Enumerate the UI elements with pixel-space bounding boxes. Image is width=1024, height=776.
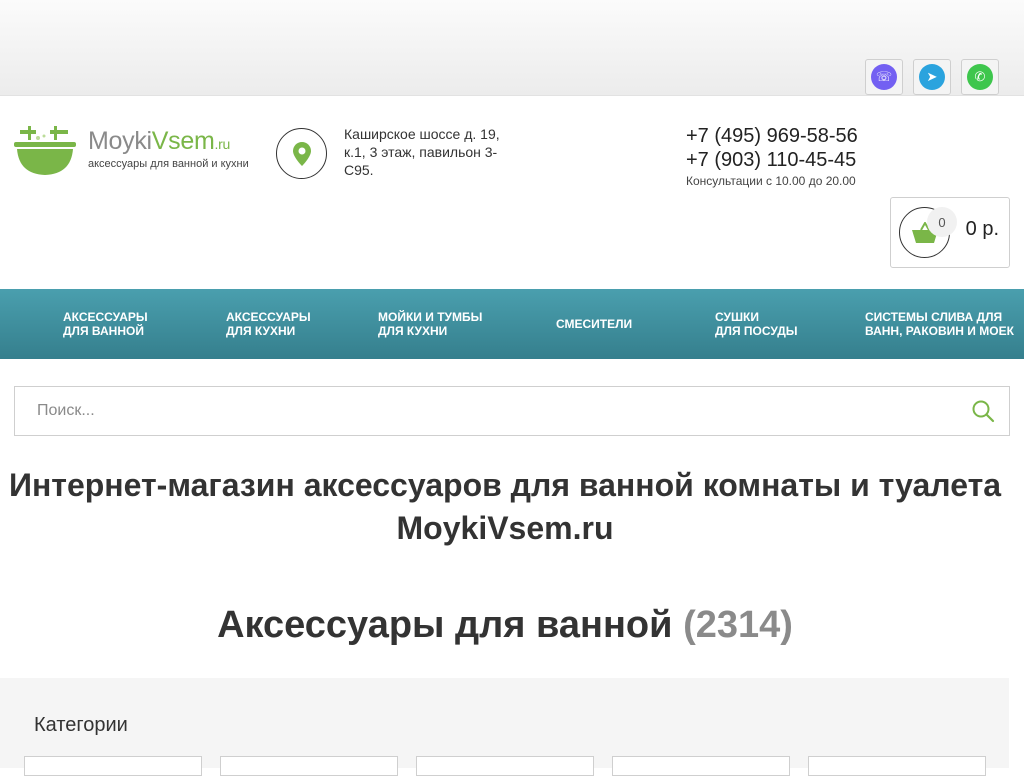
store-address: Каширское шоссе д. 19, к.1, 3 этаж, пави… — [344, 126, 500, 178]
cart-button[interactable]: 0 0 р. — [890, 197, 1010, 268]
logo-tagline: аксессуары для ванной и кухни — [88, 158, 249, 170]
nav-item-kitchen-sinks[interactable]: Мойки и тумбы для кухни — [378, 289, 482, 359]
whatsapp-button[interactable]: ✆ — [961, 59, 999, 95]
top-bar: ☏ ➤ ✆ — [0, 0, 1024, 96]
category-card[interactable] — [220, 756, 398, 776]
nav-item-dish-dryers[interactable]: Сушки для посуды — [715, 289, 798, 359]
cart-count-badge: 0 — [927, 207, 957, 237]
nav-item-faucets[interactable]: Смесители — [556, 289, 632, 359]
search-input[interactable] — [15, 387, 955, 435]
nav-item-kitchen-accessories[interactable]: Аксессуары для кухни — [226, 289, 311, 359]
viber-icon: ☏ — [871, 64, 897, 90]
main-nav: Аксессуары для ванной Аксессуары для кух… — [0, 289, 1024, 359]
phone-link-2[interactable]: +7 (903) 110-45-45 — [686, 148, 858, 172]
category-card[interactable] — [24, 756, 202, 776]
site-logo[interactable]: MoykiVsem.ru аксессуары для ванной и кух… — [14, 124, 249, 178]
telegram-icon: ➤ — [919, 64, 945, 90]
page-title: Интернет-магазин аксессуаров для ванной … — [8, 467, 1002, 546]
logo-wordmark: MoykiVsem.ru — [88, 127, 230, 155]
nav-item-bath-accessories[interactable]: Аксессуары для ванной — [63, 289, 148, 359]
search-button[interactable] — [971, 399, 995, 423]
whatsapp-icon: ✆ — [967, 64, 993, 90]
sink-logo-icon — [14, 126, 76, 175]
viber-button[interactable]: ☏ — [865, 59, 903, 95]
location-pin-icon — [276, 128, 327, 179]
search-bar — [14, 386, 1010, 436]
nav-item-drain-systems[interactable]: Системы слива для ванн, раковин и моек — [865, 289, 1014, 359]
category-card[interactable] — [808, 756, 986, 776]
categories-title: Категории — [34, 714, 128, 736]
product-count: (2314) — [683, 604, 793, 646]
telegram-button[interactable]: ➤ — [913, 59, 951, 95]
categories-panel: Категории — [0, 678, 1009, 776]
cart-total: 0 р. — [965, 218, 999, 240]
section-title: Аксессуары для ванной (2314) — [217, 604, 793, 646]
consultation-hours: Консультации с 10.00 до 20.00 — [686, 174, 856, 188]
phone-link-1[interactable]: +7 (495) 969-58-56 — [686, 124, 858, 148]
category-card[interactable] — [416, 756, 594, 776]
search-icon — [972, 400, 995, 423]
category-card[interactable] — [612, 756, 790, 776]
contact-block: +7 (495) 969-58-56 +7 (903) 110-45-45 Ко… — [686, 124, 858, 188]
